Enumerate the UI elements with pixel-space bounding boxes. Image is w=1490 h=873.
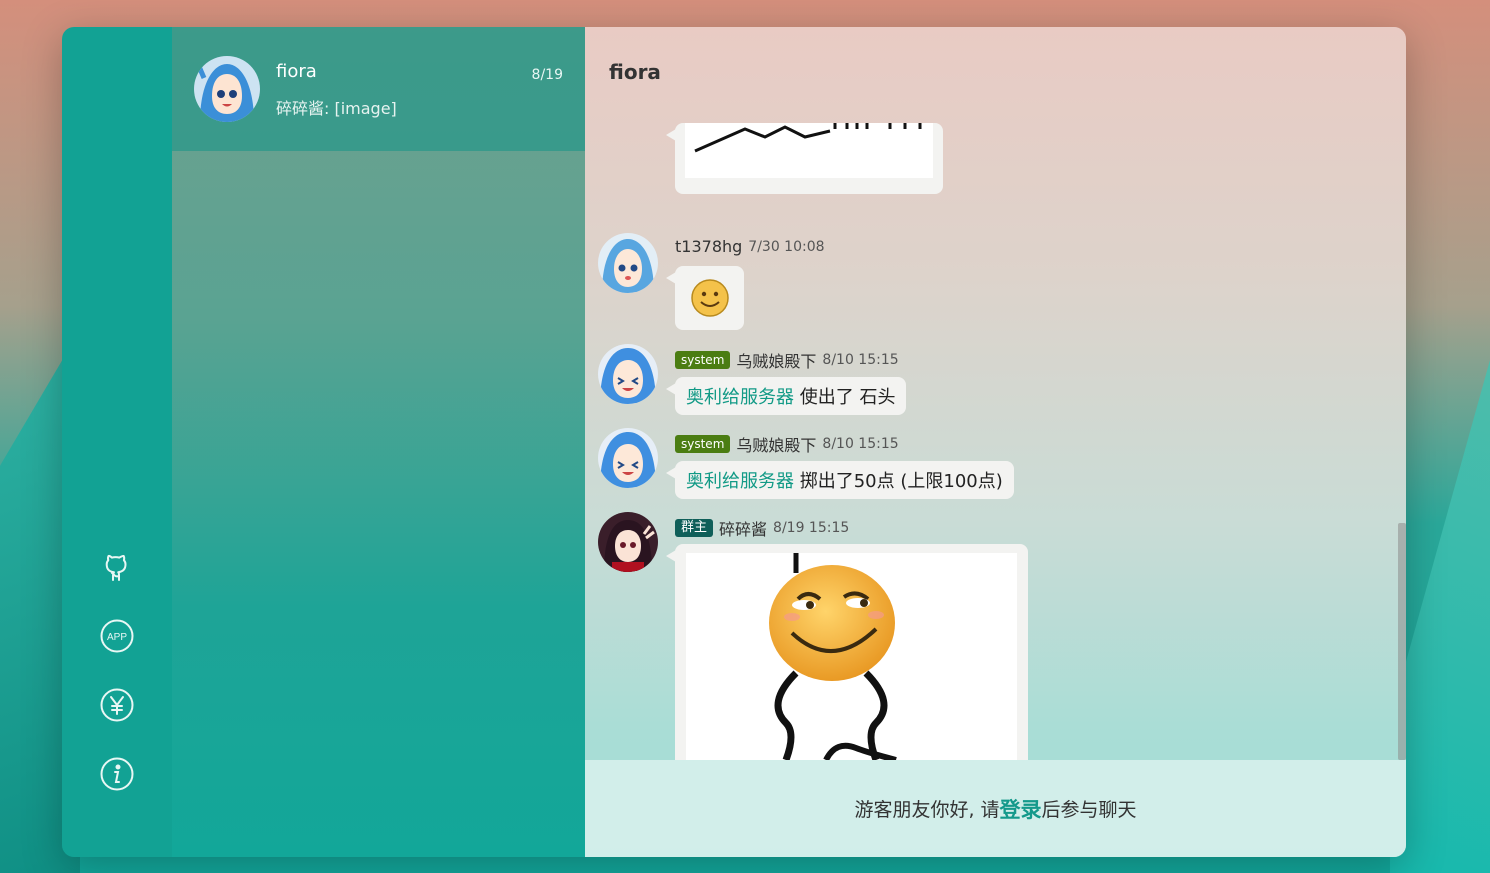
sidebar: APP	[62, 27, 172, 857]
image-bubble[interactable]	[666, 544, 1028, 760]
sticker-image	[686, 553, 1017, 760]
chat-title: fiora	[609, 60, 661, 84]
sender-name: 乌贼娘殿下	[736, 436, 817, 455]
conversation-name: fiora	[276, 61, 317, 82]
message-list[interactable]: t1378hg 7/30 10:08 system 乌贼娘殿下 8/10 15:…	[585, 123, 1406, 760]
sticker-image	[685, 123, 933, 178]
app-window: APP fiora 8/19 碎碎酱: [image] fiora t1378h…	[62, 27, 1406, 857]
github-icon[interactable]	[100, 550, 134, 584]
conversation-item-fiora[interactable]: fiora 8/19 碎碎酱: [image]	[172, 27, 585, 151]
smile-emoji-icon	[690, 279, 729, 317]
conversation-time: 8/19	[531, 67, 563, 83]
chat-header: fiora	[585, 27, 1406, 123]
conversation-preview: 碎碎酱: [image]	[276, 99, 397, 118]
avatar[interactable]	[598, 512, 658, 572]
message-text: 掷出了50点 (上限100点)	[794, 471, 1003, 492]
system-tag: system	[675, 351, 731, 369]
app-icon[interactable]: APP	[100, 619, 134, 653]
guest-login-footer: 游客朋友你好, 请登录 后参与聊天	[585, 760, 1406, 857]
footer-suffix: 后参与聊天	[1041, 799, 1137, 821]
info-icon[interactable]	[100, 757, 134, 791]
login-link[interactable]: 登录	[1000, 794, 1042, 824]
sender-name: 碎碎酱	[719, 520, 768, 539]
message-time: 8/10 15:15	[822, 352, 899, 368]
message-meta: system 乌贼娘殿下 8/10 15:15	[675, 432, 899, 456]
server-name-link[interactable]: 奥利给服务器	[686, 471, 794, 492]
conversation-avatar	[194, 56, 260, 122]
message-meta: t1378hg 7/30 10:08	[675, 237, 825, 256]
scrollbar-thumb[interactable]	[1398, 523, 1406, 760]
text-bubble: 奥利给服务器 掷出了50点 (上限100点)	[666, 461, 1014, 499]
yen-icon[interactable]	[100, 688, 134, 722]
avatar[interactable]	[598, 233, 658, 293]
message-time: 8/19 15:15	[773, 520, 850, 536]
message-text: 使出了 石头	[794, 387, 896, 408]
avatar[interactable]	[598, 344, 658, 404]
message-meta: system 乌贼娘殿下 8/10 15:15	[675, 348, 899, 372]
owner-tag: 群主	[675, 519, 714, 537]
image-bubble[interactable]	[666, 123, 943, 194]
text-bubble: 奥利给服务器 使出了 石头	[665, 377, 907, 415]
emoji-bubble	[666, 266, 744, 330]
message-time: 8/10 15:15	[822, 436, 899, 452]
message-time: 7/30 10:08	[748, 238, 825, 255]
system-tag: system	[675, 435, 731, 453]
sender-name: t1378hg	[675, 237, 743, 256]
scrollbar[interactable]	[1398, 123, 1406, 760]
footer-prefix: 游客朋友你好, 请	[854, 799, 1000, 821]
server-name-link[interactable]: 奥利给服务器	[686, 387, 794, 408]
avatar[interactable]	[598, 428, 658, 488]
chat-panel: fiora t1378hg 7/30 10:08 system 乌贼娘殿下 8/…	[585, 27, 1406, 857]
message-meta: 群主 碎碎酱 8/19 15:15	[675, 516, 849, 540]
app-icon-label: APP	[107, 632, 127, 643]
conversation-list: fiora 8/19 碎碎酱: [image]	[172, 27, 585, 857]
sender-name: 乌贼娘殿下	[736, 352, 817, 371]
